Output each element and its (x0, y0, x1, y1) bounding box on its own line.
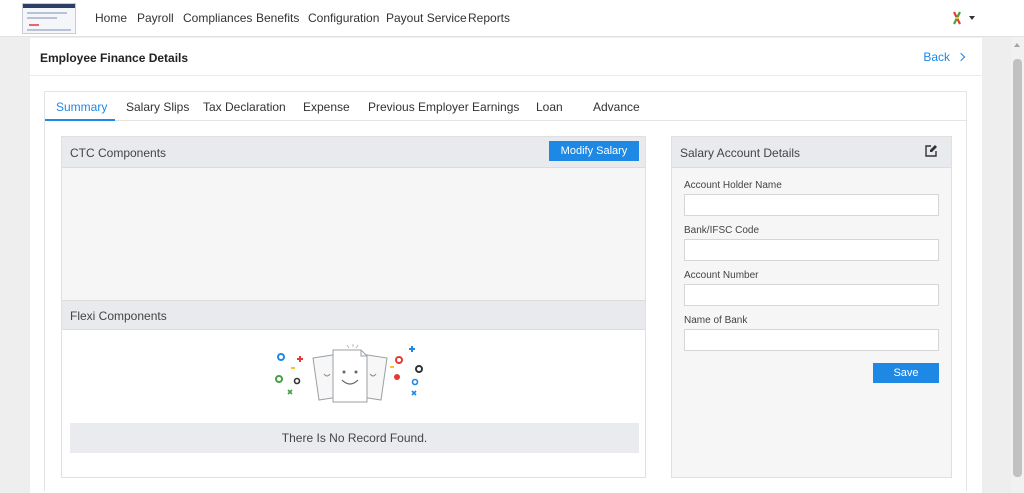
page-scrollbar[interactable] (1011, 37, 1024, 493)
account-number-label: Account Number (684, 270, 759, 281)
active-tab-indicator (45, 119, 115, 121)
tab-salary-slips[interactable]: Salary Slips (126, 100, 189, 114)
nav-compliances[interactable]: Compliances (183, 11, 252, 25)
account-holder-name-label: Account Holder Name (684, 180, 782, 191)
ctc-header: CTC Components Modify Salary (62, 137, 645, 168)
page-header: Employee Finance Details Back (30, 38, 982, 76)
name-of-bank-label: Name of Bank (684, 315, 748, 326)
account-holder-name-input[interactable] (684, 194, 939, 216)
tab-loan[interactable]: Loan (536, 100, 563, 114)
chevron-right-icon (956, 52, 966, 62)
nav-configuration[interactable]: Configuration (308, 11, 379, 25)
empty-state-illustration (275, 344, 423, 403)
name-of-bank-input[interactable] (684, 329, 939, 351)
bank-ifsc-code-input[interactable] (684, 239, 939, 261)
company-logo[interactable] (22, 3, 76, 34)
tabs-container: Summary Salary Slips Tax Declaration Exp… (44, 91, 967, 491)
tab-bar: Summary Salary Slips Tax Declaration Exp… (45, 92, 966, 121)
user-avatar-icon[interactable] (950, 10, 964, 26)
salary-account-header: Salary Account Details (672, 137, 951, 168)
nav-home[interactable]: Home (95, 11, 127, 25)
tab-expense[interactable]: Expense (303, 100, 350, 114)
nav-benefits[interactable]: Benefits (256, 11, 299, 25)
bank-ifsc-code-label: Bank/IFSC Code (684, 225, 760, 236)
flexi-body: There Is No Record Found. (62, 330, 645, 477)
back-link[interactable]: Back (923, 50, 966, 64)
edit-icon[interactable] (924, 144, 938, 158)
tab-advance[interactable]: Advance (593, 100, 640, 114)
tab-summary[interactable]: Summary (56, 100, 107, 114)
ctc-title: CTC Components (70, 146, 167, 160)
nav-reports[interactable]: Reports (468, 11, 510, 25)
ctc-panel: CTC Components Modify Salary Flexi Compo… (61, 136, 646, 478)
scroll-thumb[interactable] (1013, 59, 1022, 477)
salary-account-title: Salary Account Details (680, 146, 801, 160)
scroll-up-arrow-icon[interactable] (1014, 43, 1020, 47)
flexi-title: Flexi Components (70, 309, 167, 323)
page-card: Employee Finance Details Back Summary Sa… (30, 38, 982, 493)
modify-salary-button[interactable]: Modify Salary (549, 141, 639, 161)
tab-previous-employer-earnings[interactable]: Previous Employer Earnings (368, 100, 519, 114)
tab-tax-declaration[interactable]: Tax Declaration (203, 100, 286, 114)
flexi-header: Flexi Components (62, 300, 645, 330)
user-menu-caret-icon[interactable] (969, 16, 975, 20)
save-button[interactable]: Save (873, 363, 939, 383)
page-title: Employee Finance Details (40, 51, 189, 65)
top-navbar: Home Payroll Compliances Benefits Config… (0, 0, 1024, 37)
nav-payout-service[interactable]: Payout Service (386, 11, 467, 25)
no-record-message: There Is No Record Found. (70, 423, 639, 453)
account-number-input[interactable] (684, 284, 939, 306)
nav-payroll[interactable]: Payroll (137, 11, 174, 25)
salary-account-panel: Salary Account Details Account Holder Na… (671, 136, 952, 478)
back-label: Back (923, 50, 950, 64)
